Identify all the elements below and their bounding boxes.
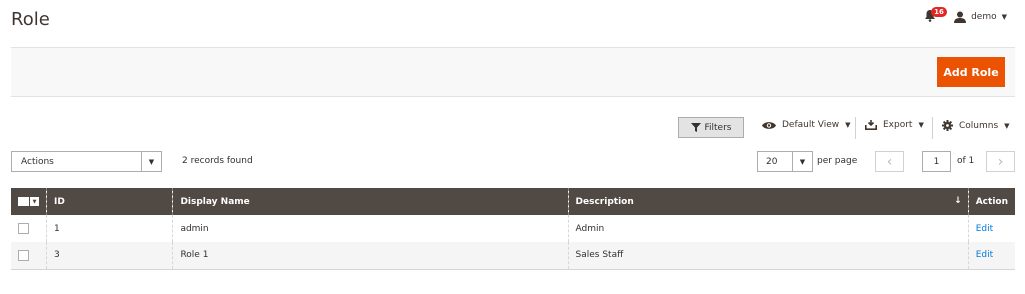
records-found: 2 records found [182,156,253,166]
description-cell: Sales Staff [567,242,969,270]
columns-label: Columns [959,120,999,131]
grid-toolbar: Filters Default View ▼ Export ▼ Columns … [0,117,1025,139]
row-checkbox[interactable] [18,249,29,261]
export-dropdown[interactable]: Export ▼ [865,120,924,130]
gear-icon [942,120,953,131]
id-cell: 3 [45,242,173,270]
display-name-cell: Role 1 [172,242,569,270]
chevron-down-icon: ▼ [141,152,161,171]
toolbar-divider [855,117,856,139]
action-cell: Edit [967,215,1015,242]
user-icon [954,11,967,23]
per-page-value: 20 [766,156,778,167]
filter-icon [690,123,701,132]
download-icon [865,120,877,130]
user-name: demo [971,12,997,22]
grid-controls: Actions ▼ 2 records found 20 ▼ per page … [0,151,1025,173]
action-cell: Edit [967,242,1015,270]
table-row[interactable]: 3 Role 1 Sales Staff Edit [11,242,1015,270]
table-row[interactable]: 1 admin Admin Edit [11,215,1015,242]
notifications-button[interactable]: 16 [924,7,947,25]
add-role-button[interactable]: Add Role [937,57,1005,87]
id-cell: 1 [45,215,173,242]
per-page-select[interactable]: 20 ▼ [757,151,813,172]
chevron-down-icon: ▼ [1001,13,1007,21]
column-header-description[interactable]: Description ↓ [567,188,969,215]
page-number-input[interactable] [922,151,951,172]
column-header-description-label: Description [575,196,634,207]
description-cell: Admin [567,215,969,242]
notification-count-badge: 16 [931,7,947,17]
column-header-action: Action [967,188,1015,215]
mass-actions-select[interactable]: Actions ▼ [11,151,162,172]
default-view-dropdown[interactable]: Default View ▼ [762,120,851,130]
toolbar-divider [932,117,933,139]
edit-link[interactable]: Edit [976,224,993,234]
header-actions: 16 demo ▼ [924,7,1007,25]
display-name-cell: admin [172,215,569,242]
chevron-down-icon: ▼ [1004,121,1010,130]
chevron-down-icon: ▼ [792,152,812,171]
page-title: Role [11,9,50,30]
next-page-button[interactable]: › [986,151,1015,172]
column-header-id[interactable]: ID [45,188,173,215]
chevron-right-icon: › [997,153,1004,170]
default-view-label: Default View [782,120,840,130]
total-pages-label: of 1 [957,156,975,166]
chevron-down-icon: ▼ [918,121,924,129]
page-actions-bar: Add Role [11,47,1015,97]
mass-actions-label: Actions [21,156,54,167]
chevron-left-icon: ‹ [886,153,893,170]
select-all-checkbox[interactable] [18,197,29,206]
row-select-cell[interactable] [11,215,47,242]
chevron-down-icon: ▼ [845,121,851,129]
mass-select-header[interactable]: ▼ [11,188,47,215]
sort-arrow-icon: ↓ [954,196,962,206]
previous-page-button[interactable]: ‹ [875,151,904,172]
chevron-down-icon[interactable]: ▼ [30,197,39,206]
filters-button[interactable]: Filters [678,117,744,138]
row-select-cell[interactable] [11,242,47,270]
grid-header-row: ▼ ID Display Name Description ↓ Action [11,188,1015,215]
per-page-label: per page [817,156,858,166]
column-header-display-name[interactable]: Display Name [172,188,569,215]
roles-grid: ▼ ID Display Name Description ↓ Action 1… [11,188,1015,270]
filters-label: Filters [704,122,732,133]
columns-dropdown[interactable]: Columns ▼ [942,120,1010,131]
eye-icon [762,121,776,129]
user-menu[interactable]: demo ▼ [954,11,1007,23]
edit-link[interactable]: Edit [976,250,993,260]
row-checkbox[interactable] [18,223,29,234]
export-label: Export [883,120,913,130]
